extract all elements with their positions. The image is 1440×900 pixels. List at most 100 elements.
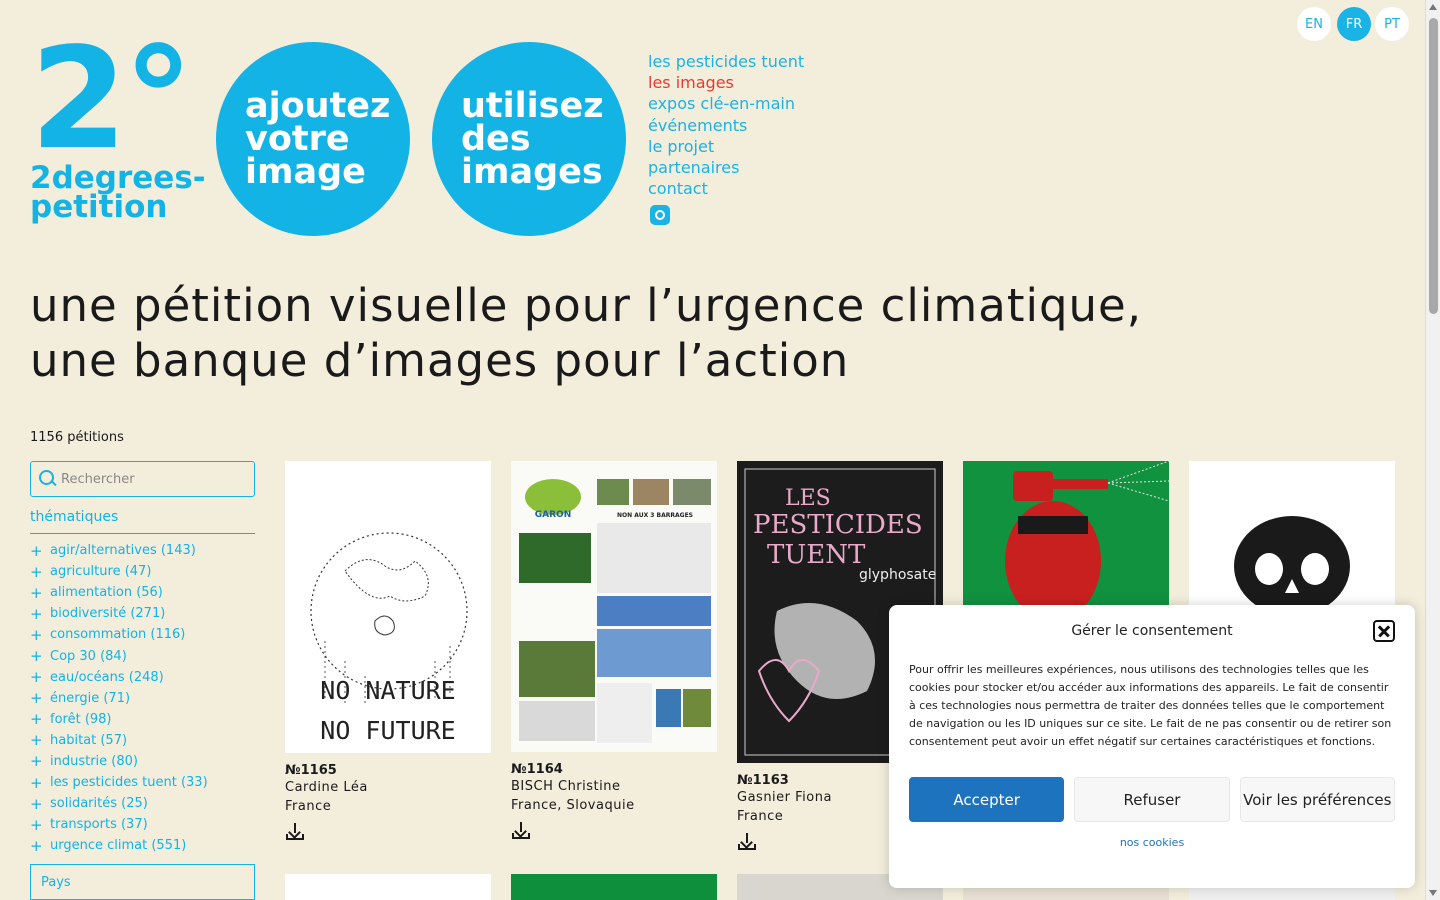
theme-item[interactable]: + agriculture (47)	[30, 561, 208, 582]
earth-drawing: NO NATURE NO FUTURE	[310, 532, 468, 745]
theme-item[interactable]: + alimentation (56)	[30, 582, 208, 603]
preferences-button[interactable]: Voir les préférences	[1239, 777, 1395, 822]
theme-label: biodiversité (271)	[50, 606, 166, 622]
theme-item[interactable]: + transports (37)	[30, 814, 208, 835]
lang-fr[interactable]: FR	[1337, 7, 1371, 41]
hero-line-2: une banque d’images pour l’action	[30, 334, 850, 387]
plus-icon: +	[30, 668, 43, 687]
plus-icon: +	[30, 815, 43, 834]
consent-text: Pour offrir les meilleures expériences, …	[909, 663, 1392, 748]
theme-item[interactable]: + forêt (98)	[30, 709, 208, 730]
country-filter[interactable]: Pays	[30, 864, 255, 900]
nav-pesticides[interactable]: les pesticides tuent	[648, 51, 804, 72]
cookies-link[interactable]: nos cookies	[909, 836, 1395, 849]
theme-item[interactable]: + consommation (116)	[30, 624, 208, 645]
theme-label: eau/océans (248)	[50, 669, 164, 685]
plus-icon: +	[30, 794, 43, 813]
plus-icon: +	[30, 604, 43, 623]
accept-button[interactable]: Accepter	[909, 777, 1065, 822]
search-input[interactable]	[61, 471, 241, 487]
theme-item[interactable]: + Cop 30 (84)	[30, 645, 208, 666]
theme-item[interactable]: + urgence climat (551)	[30, 835, 208, 856]
author-name: BISCH Christine	[511, 779, 621, 794]
add-image-line-3: image	[245, 152, 366, 192]
hero-line-1: une pétition visuelle pour l’urgence cli…	[30, 279, 1143, 332]
cookie-consent-dialog: Gérer le consentement Pour offrir les me…	[889, 605, 1415, 888]
plus-icon: +	[30, 689, 43, 708]
use-images-line-3: images	[461, 152, 603, 192]
flyer-logo-text: GARON	[535, 510, 571, 520]
petition-card[interactable]	[963, 461, 1169, 611]
poster-text-line-2: PESTICIDES	[753, 510, 923, 540]
lang-pt[interactable]: PT	[1375, 7, 1409, 41]
nav-images[interactable]: les images	[648, 72, 804, 93]
plus-icon: +	[30, 647, 43, 666]
theme-item[interactable]: + énergie (71)	[30, 688, 208, 709]
author-country: France, Slovaquie	[511, 798, 635, 813]
nav-project[interactable]: le projet	[648, 136, 804, 157]
petition-card-row2[interactable]	[511, 874, 717, 900]
poster-text-line-2: NO FUTURE	[320, 716, 455, 745]
plus-icon: +	[30, 773, 43, 792]
plus-icon: +	[30, 752, 43, 771]
theme-item[interactable]: + agir/alternatives (143)	[30, 540, 208, 561]
scroll-thumb[interactable]	[1429, 18, 1438, 314]
petition-image[interactable]: NO NATURE NO FUTURE	[285, 461, 491, 753]
plus-icon: +	[30, 731, 43, 750]
nav-expos[interactable]: expos clé-en-main	[648, 93, 804, 114]
consent-title: Gérer le consentement	[1071, 623, 1233, 639]
download-icon[interactable]	[285, 822, 305, 842]
plus-icon: +	[30, 836, 43, 855]
nav-contact[interactable]: contact	[648, 178, 804, 199]
scroll-up-icon[interactable]	[1429, 4, 1437, 10]
plus-icon: +	[30, 562, 43, 581]
lang-en[interactable]: EN	[1297, 7, 1331, 41]
plus-icon: +	[30, 583, 43, 602]
themes-list: + agir/alternatives (143) + agriculture (4…	[30, 540, 208, 856]
theme-label: transports (37)	[50, 817, 148, 833]
petition-number: №1164	[511, 762, 563, 777]
theme-label: industrie (80)	[50, 753, 138, 769]
theme-label: agriculture (47)	[50, 564, 152, 580]
petition-image[interactable]	[963, 461, 1169, 611]
petition-card[interactable]: GARON NON AUX 3 BARRAGES №1164 BISCH Chr…	[511, 461, 717, 841]
hero-title: une pétition visuelle pour l’urgence cli…	[30, 278, 1142, 388]
refuse-button[interactable]: Refuser	[1074, 777, 1230, 822]
instagram-icon[interactable]	[650, 205, 670, 226]
theme-item[interactable]: + eau/océans (248)	[30, 667, 208, 688]
theme-item[interactable]: + les pesticides tuent (33)	[30, 772, 208, 793]
petition-number: №1165	[285, 763, 337, 778]
theme-label: urgence climat (551)	[50, 838, 187, 854]
download-icon[interactable]	[737, 832, 757, 852]
theme-item[interactable]: + solidarités (25)	[30, 793, 208, 814]
petition-card[interactable]	[1189, 461, 1395, 611]
theme-label: agir/alternatives (143)	[50, 543, 196, 559]
download-icon[interactable]	[511, 821, 531, 841]
themes-heading[interactable]: thématiques	[30, 509, 255, 534]
plus-icon: +	[30, 625, 43, 644]
site-logo[interactable]: 2° 2degrees- petition	[30, 30, 206, 223]
theme-label: les pesticides tuent (33)	[50, 775, 208, 791]
petition-image[interactable]	[1189, 461, 1395, 611]
poster-text-line-1: NO NATURE	[320, 676, 455, 705]
theme-label: énergie (71)	[50, 690, 131, 706]
nav-partners[interactable]: partenaires	[648, 157, 804, 178]
page-scrollbar[interactable]	[1425, 0, 1440, 900]
petition-card[interactable]: NO NATURE NO FUTURE №1165 Cardine Léa Fr…	[285, 461, 491, 842]
theme-item[interactable]: + habitat (57)	[30, 730, 208, 751]
poster-text-line-3: TUENT	[767, 540, 866, 570]
use-images-button[interactable]: utilisez des images	[432, 42, 626, 236]
close-icon[interactable]	[1373, 620, 1395, 642]
nav-events[interactable]: événements	[648, 115, 804, 136]
flyer-heading: NON AUX 3 BARRAGES	[617, 512, 693, 519]
add-image-button[interactable]: ajoutez votre image	[216, 42, 410, 236]
theme-item[interactable]: + industrie (80)	[30, 751, 208, 772]
petition-image[interactable]: GARON NON AUX 3 BARRAGES	[511, 461, 717, 752]
petition-card-row2[interactable]	[285, 874, 491, 900]
scroll-down-icon[interactable]	[1429, 890, 1437, 896]
search-icon	[39, 470, 57, 488]
plus-icon: +	[30, 541, 43, 560]
theme-item[interactable]: + biodiversité (271)	[30, 603, 208, 624]
flyer-image: GARON NON AUX 3 BARRAGES	[511, 461, 717, 752]
petition-count: 1156 pétitions	[30, 430, 124, 445]
